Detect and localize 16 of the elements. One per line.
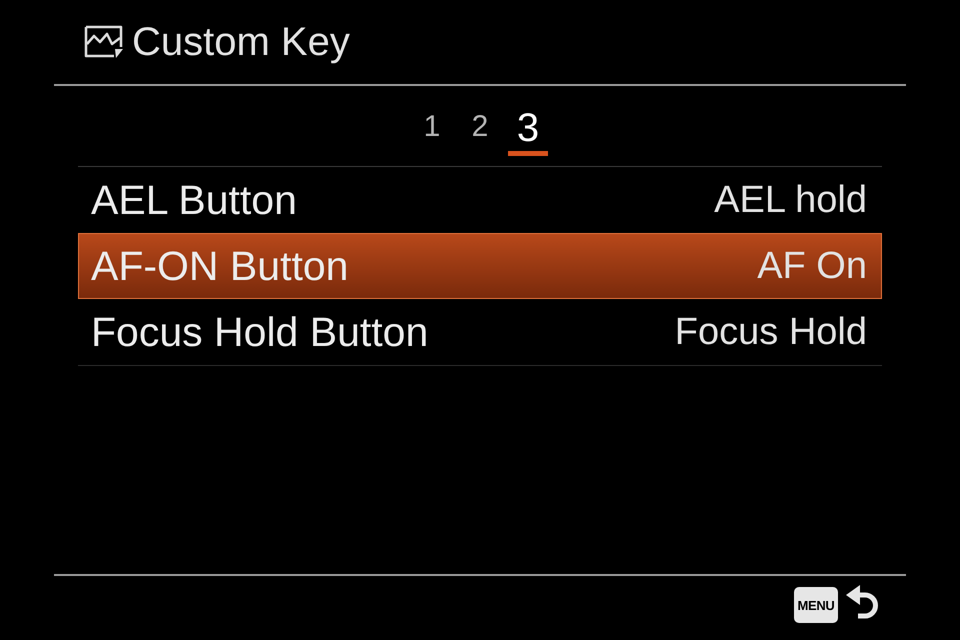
item-label: Focus Hold Button [91,312,428,352]
page-tab[interactable]: 2 [460,112,500,156]
item-value: AF On [757,247,867,285]
tab-underline [508,151,548,156]
screen-title: Custom Key [132,22,350,62]
item-value: Focus Hold [674,313,867,351]
item-label: AEL Button [91,180,297,220]
menu-item[interactable]: Focus Hold Button Focus Hold [78,299,882,365]
item-value: AEL hold [714,181,867,219]
custom-image-icon [84,25,124,59]
menu-item[interactable]: AEL Button AEL hold [78,167,882,233]
page-tab[interactable]: 1 [412,112,452,156]
page-tab[interactable]: 3 [508,108,548,156]
menu-key[interactable]: MENU [794,587,838,623]
menu-item[interactable]: AF-ON Button AF On [78,233,882,299]
item-label: AF-ON Button [91,246,348,286]
